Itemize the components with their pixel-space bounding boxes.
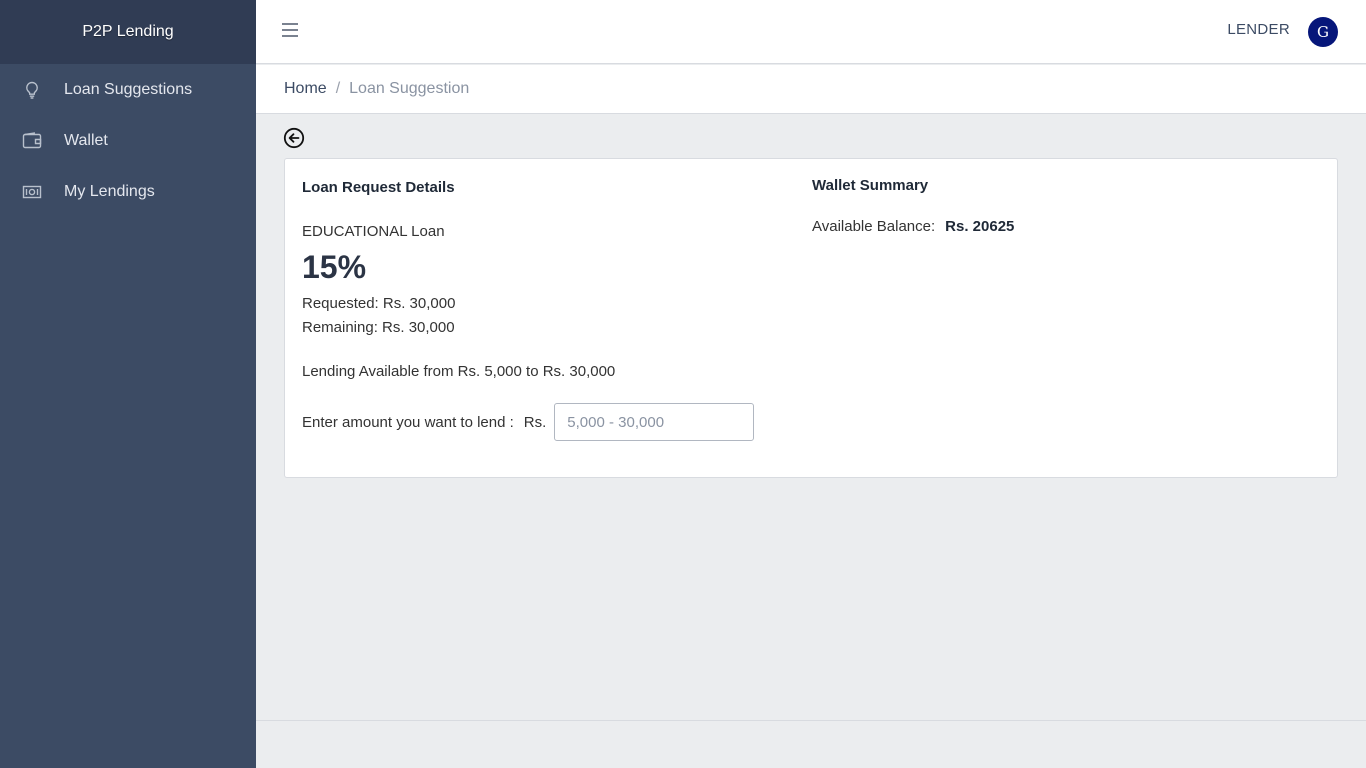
menu-toggle-icon[interactable] — [282, 23, 298, 41]
loan-type: EDUCATIONAL Loan — [302, 223, 445, 240]
lightbulb-icon — [22, 80, 42, 100]
balance-label: Available Balance: — [812, 218, 936, 235]
back-arrow-icon[interactable] — [283, 127, 305, 149]
sidebar-item-label: My Lendings — [64, 182, 155, 200]
sidebar-item-my-lendings[interactable]: My Lendings — [0, 166, 256, 217]
currency-label: Rs. — [523, 413, 547, 431]
money-bill-icon — [22, 182, 42, 202]
loan-detail-card: Loan Request Details EDUCATIONAL Loan 15… — [284, 158, 1338, 478]
lending-availability: Lending Available from Rs. 5,000 to Rs. … — [302, 363, 616, 380]
interest-rate: 15% — [302, 249, 367, 285]
avatar[interactable]: G — [1308, 17, 1338, 47]
lend-amount-label: Enter amount you want to lend : — [302, 413, 514, 431]
user-role: LENDER — [1227, 21, 1290, 38]
sidebar-item-label: Loan Suggestions — [64, 80, 193, 98]
breadcrumb-current: Loan Suggestion — [349, 80, 470, 97]
footer — [256, 720, 1366, 768]
wallet-summary-title: Wallet Summary — [812, 177, 929, 194]
balance-row: Available Balance: Rs. 20625 — [812, 218, 1014, 235]
sidebar-item-wallet[interactable]: Wallet — [0, 115, 256, 166]
brand-title[interactable]: P2P Lending — [0, 0, 256, 64]
sidebar-item-label: Wallet — [64, 131, 108, 149]
sidebar: P2P Lending Loan Suggestions Wallet My L… — [0, 0, 256, 768]
loan-request-title: Loan Request Details — [302, 179, 455, 196]
requested-amount: Requested: Rs. 30,000 — [302, 295, 456, 312]
breadcrumb: Home / Loan Suggestion — [256, 65, 1366, 114]
remaining-amount: Remaining: Rs. 30,000 — [302, 319, 455, 336]
balance-value: Rs. 20625 — [945, 218, 1015, 235]
wallet-icon — [22, 131, 42, 151]
top-header: LENDER G — [256, 0, 1366, 64]
sidebar-item-loan-suggestions[interactable]: Loan Suggestions — [0, 64, 256, 115]
lend-amount-row: Enter amount you want to lend : Rs. — [302, 403, 755, 441]
breadcrumb-home-link[interactable]: Home — [284, 80, 327, 98]
lend-amount-input[interactable] — [554, 403, 755, 441]
breadcrumb-separator: / — [335, 80, 341, 97]
